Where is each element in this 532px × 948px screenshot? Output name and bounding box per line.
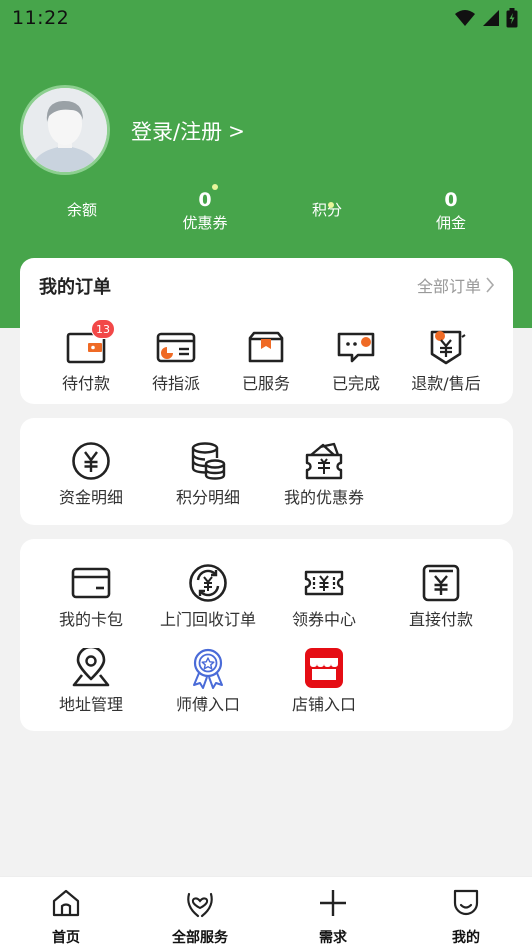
order-refund[interactable]: 退款/售后 bbox=[396, 326, 496, 394]
order-pending-assign-label: 待指派 bbox=[151, 374, 200, 393]
wifi-icon bbox=[455, 10, 475, 26]
signal-icon bbox=[483, 10, 499, 26]
stat-coupons-value: 0 bbox=[198, 189, 212, 211]
asset-points-details[interactable]: 积分明细 bbox=[158, 440, 258, 508]
service-shop-entry-label: 店铺入口 bbox=[291, 695, 356, 714]
asset-my-coupons[interactable]: 我的优惠券 bbox=[274, 440, 374, 508]
stat-points[interactable]: 积分 bbox=[267, 186, 387, 221]
tab-demand[interactable]: 需求 bbox=[278, 885, 388, 947]
tab-home-label: 首页 bbox=[52, 930, 80, 946]
service-direct-pay-label: 直接付款 bbox=[408, 610, 473, 629]
pending-payment-badge: 13 bbox=[91, 319, 115, 339]
stat-commission-value: 0 bbox=[444, 189, 458, 211]
status-bar: 11:22 bbox=[0, 0, 532, 36]
chevron-right-icon: > bbox=[228, 119, 245, 143]
coupon-wallet-icon bbox=[305, 442, 343, 480]
order-refund-label: 退款/售后 bbox=[411, 374, 481, 393]
stat-balance[interactable]: 余额 bbox=[22, 186, 142, 221]
chat-done-icon bbox=[337, 332, 375, 363]
ticket-icon bbox=[304, 570, 344, 596]
stat-balance-label: 余额 bbox=[66, 201, 97, 219]
orders-title: 我的订单 bbox=[39, 277, 111, 298]
service-address-management[interactable]: 地址管理 bbox=[41, 647, 141, 715]
card-icon bbox=[71, 567, 111, 599]
coins-stack-icon bbox=[191, 442, 226, 480]
stat-coupons[interactable]: 0 优惠券 bbox=[145, 186, 265, 234]
order-completed-label: 已完成 bbox=[331, 374, 380, 393]
stat-commission[interactable]: 0 佣金 bbox=[391, 186, 511, 234]
asset-fund-details-label: 资金明细 bbox=[58, 488, 123, 507]
asset-fund-details[interactable]: 资金明细 bbox=[41, 440, 141, 508]
tab-demand-label: 需求 bbox=[319, 930, 347, 946]
all-orders-label: 全部订单 bbox=[416, 277, 481, 296]
orders-card: 我的订单 全部订单 13 待付款 待指派 已服务 已完成 退款/售后 bbox=[20, 258, 513, 404]
card-pie-icon bbox=[156, 332, 196, 363]
assets-card: 资金明细 积分明细 我的优惠券 bbox=[20, 418, 513, 525]
stat-points-label: 积分 bbox=[311, 201, 342, 219]
recycle-yen-icon bbox=[189, 564, 227, 602]
asset-my-coupons-label: 我的优惠券 bbox=[283, 488, 364, 507]
order-pending-payment[interactable]: 13 待付款 bbox=[36, 319, 136, 394]
status-icons bbox=[454, 8, 518, 28]
services-card: 我的卡包 上门回收订单 领券中心 直接付款 地址管理 师傅入口 店铺入口 bbox=[20, 539, 513, 731]
login-register-label: 登录/注册 bbox=[131, 120, 223, 144]
bottom-tab-bar: 首页 全部服务 需求 我的 bbox=[0, 876, 532, 948]
asset-points-details-label: 积分明细 bbox=[175, 488, 240, 507]
tab-home[interactable]: 首页 bbox=[11, 885, 121, 947]
order-served[interactable]: 已服务 bbox=[216, 326, 316, 394]
service-master-entry[interactable]: 师傅入口 bbox=[158, 647, 258, 715]
points-dot-indicator bbox=[328, 202, 334, 208]
plus-icon bbox=[320, 890, 346, 916]
service-direct-pay[interactable]: 直接付款 bbox=[391, 562, 491, 630]
stat-coupons-label: 优惠券 bbox=[182, 214, 228, 232]
location-pin-icon bbox=[72, 648, 110, 687]
stat-commission-label: 佣金 bbox=[435, 214, 466, 232]
tab-all-services-label: 全部服务 bbox=[172, 930, 228, 946]
order-pending-assign[interactable]: 待指派 bbox=[126, 326, 226, 394]
battery-icon bbox=[506, 8, 518, 28]
service-master-entry-label: 师傅入口 bbox=[175, 695, 240, 714]
service-recycle-orders[interactable]: 上门回收订单 bbox=[158, 562, 258, 630]
medal-icon bbox=[193, 648, 223, 689]
coupon-dot-indicator bbox=[212, 184, 218, 190]
service-shop-entry[interactable]: 店铺入口 bbox=[274, 647, 374, 715]
service-address-management-label: 地址管理 bbox=[58, 695, 123, 714]
chevron-right-icon bbox=[486, 277, 495, 293]
default-avatar-icon bbox=[23, 88, 107, 172]
tab-all-services[interactable]: 全部服务 bbox=[145, 885, 255, 947]
avatar[interactable] bbox=[20, 85, 110, 175]
tab-mine-label: 我的 bbox=[452, 930, 480, 946]
tab-mine[interactable]: 我的 bbox=[411, 885, 521, 947]
service-recycle-orders-label: 上门回收订单 bbox=[159, 610, 256, 629]
smile-icon bbox=[453, 889, 479, 916]
all-orders-link[interactable]: 全部订单 bbox=[417, 273, 495, 297]
order-completed[interactable]: 已完成 bbox=[306, 326, 406, 394]
refund-icon bbox=[430, 330, 466, 365]
service-my-cards[interactable]: 我的卡包 bbox=[41, 562, 141, 630]
yen-circle-icon bbox=[72, 442, 110, 480]
order-served-label: 已服务 bbox=[241, 374, 290, 393]
order-pending-payment-label: 待付款 bbox=[61, 374, 110, 393]
account-stats: 余额 0 优惠券 积分 0 佣金 bbox=[0, 184, 532, 240]
service-my-cards-label: 我的卡包 bbox=[58, 610, 123, 629]
home-icon bbox=[52, 889, 80, 917]
status-time: 11:22 bbox=[12, 7, 70, 29]
service-coupon-center-label: 领券中心 bbox=[291, 610, 356, 629]
heart-hands-icon bbox=[187, 892, 213, 918]
login-register-link[interactable]: 登录/注册 > bbox=[131, 116, 245, 146]
service-coupon-center[interactable]: 领券中心 bbox=[274, 562, 374, 630]
shop-icon bbox=[305, 648, 343, 688]
pay-receipt-icon bbox=[422, 564, 460, 602]
box-icon bbox=[248, 331, 284, 363]
